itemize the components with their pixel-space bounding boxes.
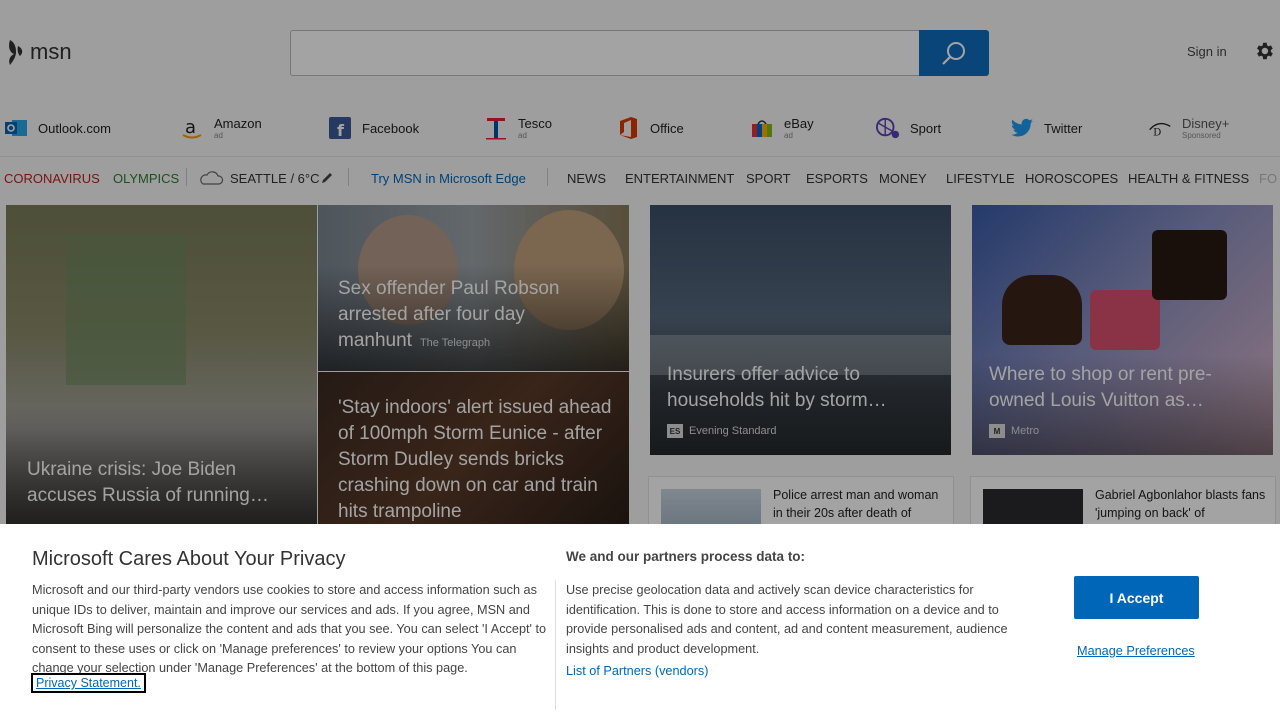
list-of-partners-link[interactable]: List of Partners (vendors) xyxy=(566,664,708,678)
privacy-statement-link[interactable]: Privacy Statement. xyxy=(31,673,146,693)
dialog-divider xyxy=(555,580,556,710)
partners-body: Use precise geolocation data and activel… xyxy=(566,583,1008,656)
privacy-consent-dialog: Microsoft Cares About Your Privacy Micro… xyxy=(0,524,1280,720)
privacy-title: Microsoft Cares About Your Privacy xyxy=(32,548,346,570)
privacy-body: Microsoft and our third-party vendors us… xyxy=(32,583,547,676)
manage-preferences-link[interactable]: Manage Preferences xyxy=(1077,644,1195,658)
accept-button[interactable]: I Accept xyxy=(1074,576,1199,619)
partners-subtitle: We and our partners process data to: xyxy=(566,549,806,564)
